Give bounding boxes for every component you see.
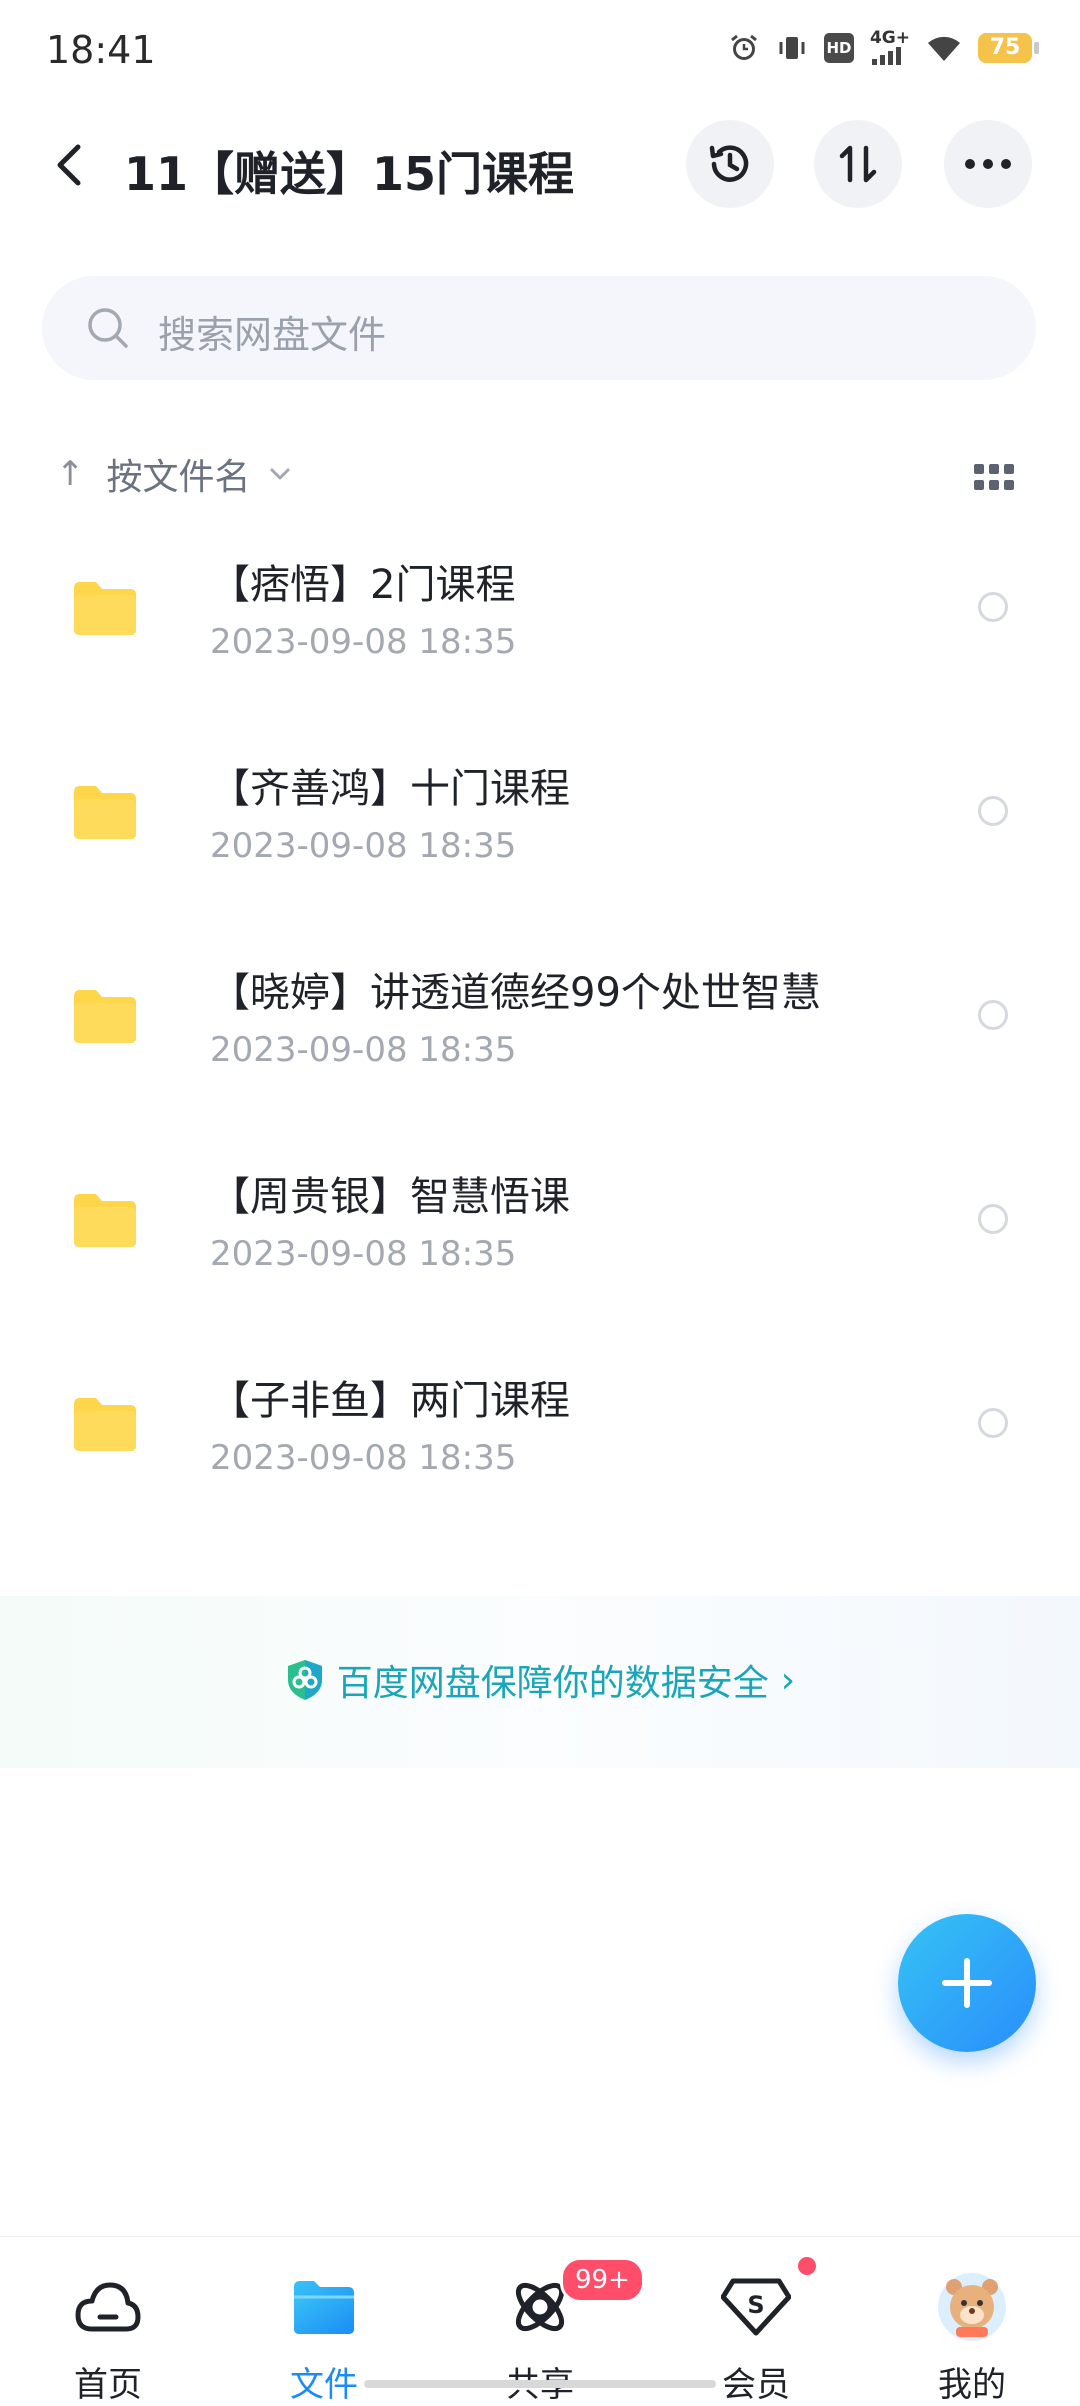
folder-icon [288,2271,360,2343]
folder-icon [74,1398,136,1451]
status-icons: HD 4G+ 75 [728,30,1039,65]
history-button[interactable] [686,120,774,208]
page-title: 11【赠送】15门课程 [124,147,575,201]
nav-profile[interactable]: 我的 [864,2237,1080,2405]
file-row[interactable]: 【周贵银】智慧悟课 2023-09-08 18:35 [0,1142,1080,1346]
signal-4g-icon: 4G+ [870,30,910,65]
folder-icon [74,990,136,1043]
folder-icon [74,1194,136,1247]
nav-label: 首页 [74,2365,142,2405]
grid-view-button[interactable] [974,464,1014,492]
battery-icon: 75 [978,32,1039,63]
file-row[interactable]: 【痞悟】2门课程 2023-09-08 18:35 [0,530,1080,734]
file-name: 【齐善鸿】十门课程 [210,766,570,812]
file-date: 2023-09-08 18:35 [210,1234,517,1274]
safety-banner[interactable]: 百度网盘保障你的数据安全 › [0,1596,1080,1768]
safety-banner-content: 百度网盘保障你的数据安全 › [0,1654,1080,1706]
folder-icon [74,582,136,635]
folder-icon [74,786,136,839]
grid-icon [974,464,1014,490]
hd-icon: HD [823,32,854,63]
sort-label: 按文件名 [106,457,251,498]
select-checkbox[interactable] [978,796,1008,826]
file-name: 【晓婷】讲透道德经99个处世智慧 [210,970,821,1016]
file-list: 【痞悟】2门课程 2023-09-08 18:35 【齐善鸿】十门课程 2023… [0,530,1080,1550]
select-checkbox[interactable] [978,1408,1008,1438]
back-button[interactable] [44,140,94,190]
bottom-nav: 首页 文件 99+ 共享 S 会员 我的 [0,2236,1080,2405]
select-checkbox[interactable] [978,1000,1008,1030]
svg-text:S: S [747,2291,764,2319]
safety-banner-text: 百度网盘保障你的数据安全 [336,1663,769,1704]
search-input[interactable]: 搜索网盘文件 [42,276,1036,380]
transfer-icon [839,145,877,183]
file-date: 2023-09-08 18:35 [210,826,517,866]
vibrate-icon [776,32,808,64]
header: 11【赠送】15门课程 [0,110,1080,220]
shield-icon [287,1660,322,1700]
sort-selector[interactable]: ↑ 按文件名 [56,444,291,504]
nav-vip[interactable]: S 会员 [648,2237,864,2405]
file-date: 2023-09-08 18:35 [210,1438,517,1478]
nav-files[interactable]: 文件 [216,2237,432,2405]
history-icon [709,145,749,182]
file-row[interactable]: 【齐善鸿】十门课程 2023-09-08 18:35 [0,734,1080,938]
transfer-button[interactable] [814,120,902,208]
select-checkbox[interactable] [978,1204,1008,1234]
file-date: 2023-09-08 18:35 [210,622,517,662]
chevron-right-icon: › [780,1659,796,1701]
file-name: 【子非鱼】两门课程 [210,1378,570,1424]
search-icon [86,306,130,354]
file-row[interactable]: 【晓婷】讲透道德经99个处世智慧 2023-09-08 18:35 [0,938,1080,1142]
file-name: 【痞悟】2门课程 [210,562,516,608]
nav-label: 我的 [938,2365,1006,2405]
more-icon [965,159,1011,169]
chevron-left-icon [57,144,81,186]
share-badge: 99+ [560,2257,645,2303]
file-row[interactable]: 【子非鱼】两门课程 2023-09-08 18:35 [0,1346,1080,1550]
more-button[interactable] [944,120,1032,208]
notification-dot [798,2257,816,2275]
vip-diamond-icon: S [720,2271,792,2343]
file-name: 【周贵银】智慧悟课 [210,1174,570,1220]
nav-home[interactable]: 首页 [0,2237,216,2405]
nav-share[interactable]: 99+ 共享 [432,2237,648,2405]
avatar [936,2271,1008,2343]
network-label: 4G+ [869,28,910,48]
cloud-home-icon [72,2271,144,2343]
sort-direction-icon: ↑ [56,454,85,494]
wifi-icon [926,33,962,63]
home-indicator [364,2380,716,2388]
select-checkbox[interactable] [978,592,1008,622]
search-placeholder: 搜索网盘文件 [158,313,387,357]
chevron-down-icon [270,468,290,480]
status-time: 18:41 [46,28,156,72]
file-date: 2023-09-08 18:35 [210,1030,517,1070]
alarm-icon [728,32,760,64]
add-button[interactable] [898,1914,1036,2052]
plus-icon [942,1958,992,2008]
status-bar: 18:41 HD 4G+ 75 [0,0,1080,110]
